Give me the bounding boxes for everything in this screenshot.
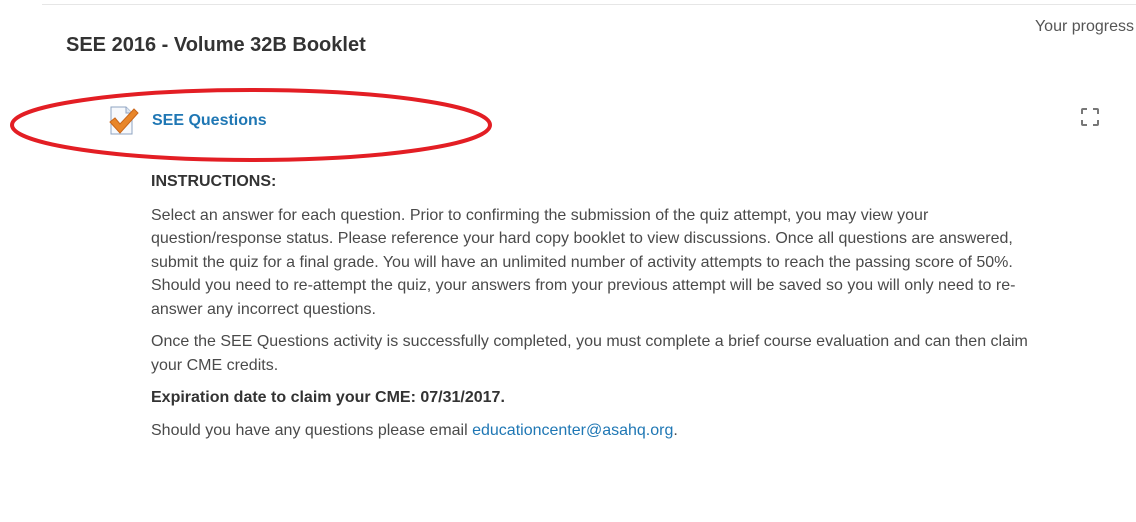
activity-quiz[interactable]: SEE Questions: [108, 104, 267, 138]
contact-email-link[interactable]: educationcenter@asahq.org: [472, 422, 673, 439]
completion-paragraph: Once the SEE Questions activity is succe…: [151, 333, 1028, 374]
instructions-paragraph: Select an answer for each question. Prio…: [151, 206, 1016, 318]
activity-description: INSTRUCTIONS: Select an answer for each …: [151, 170, 1061, 451]
activity-link-see-questions[interactable]: SEE Questions: [152, 112, 267, 130]
instructions-heading: INSTRUCTIONS:: [151, 173, 277, 190]
expiration-text: Expiration date to claim your CME: 07/31…: [151, 389, 505, 406]
contact-paragraph: Should you have any questions please ema…: [151, 419, 1061, 443]
completion-checkbox-icon[interactable]: [1081, 108, 1099, 126]
contact-suffix: .: [673, 421, 678, 439]
quiz-checkmark-icon: [108, 105, 140, 137]
section-title: SEE 2016 - Volume 32B Booklet: [66, 34, 366, 56]
course-page: Your progress SEE 2016 - Volume 32B Book…: [0, 0, 1136, 522]
progress-label: Your progress: [1034, 18, 1134, 35]
contact-prefix: Should you have any questions please ema…: [151, 421, 473, 439]
section-divider: [42, 4, 1136, 5]
